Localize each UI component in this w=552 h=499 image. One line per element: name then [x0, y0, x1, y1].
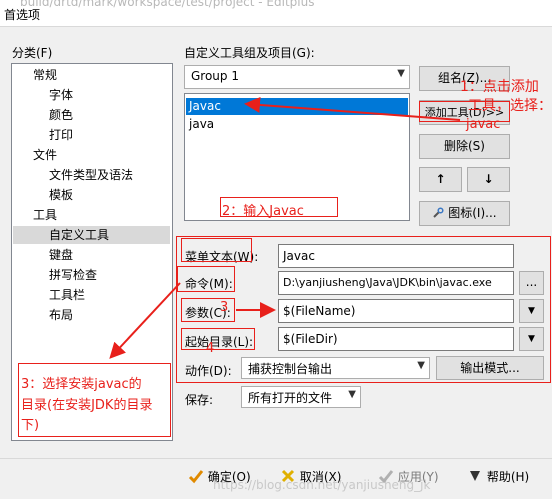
arrow-to-step3 [109, 282, 181, 359]
annotation-arrows [109, 96, 461, 359]
arrow-to-javac [244, 96, 461, 121]
